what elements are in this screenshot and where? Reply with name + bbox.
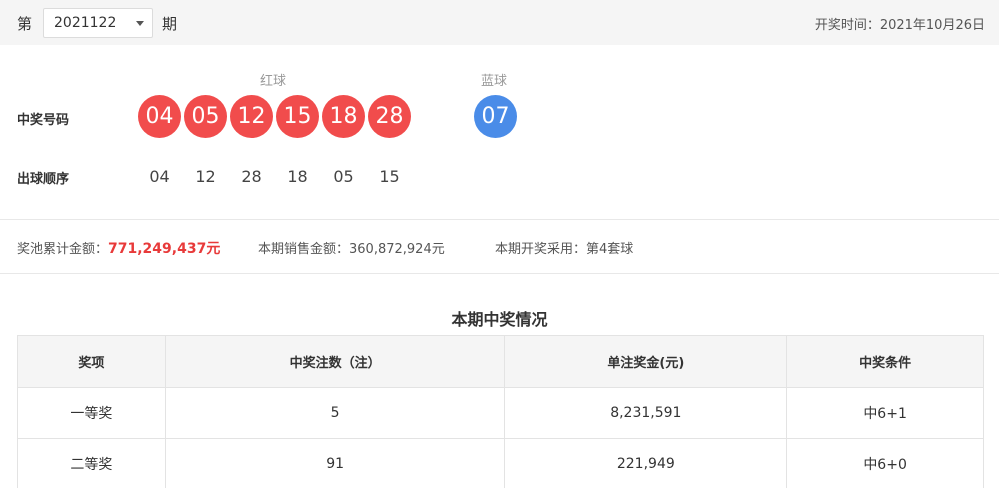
red-ball: 05	[184, 95, 227, 138]
red-ball-heading: 红球	[260, 74, 287, 89]
draw-order-number: 05	[333, 167, 354, 186]
chevron-down-icon	[136, 21, 144, 26]
prize-amount: 8,231,591	[504, 387, 788, 439]
prize-condition: 中6+1	[786, 387, 984, 439]
draw-order-label: 出球顺序	[17, 172, 70, 187]
draw-order-number: 15	[379, 167, 400, 186]
ball-set: 本期开奖采用：第4套球	[495, 238, 633, 257]
prize-name: 二等奖	[17, 438, 166, 488]
issue-prefix: 第	[17, 15, 33, 33]
issue-suffix: 期	[162, 15, 178, 33]
sales-amount-value: 360,872,924元	[349, 242, 445, 257]
divider	[0, 273, 999, 274]
winner-count: 91	[164, 438, 506, 488]
pool-amount: 奖池累计金额：771,249,437元	[17, 238, 220, 258]
prize-table: 奖项 中奖注数（注） 单注奖金(元) 中奖条件 一等奖 5 8,231,591 …	[17, 335, 984, 488]
table-header-row: 奖项 中奖注数（注） 单注奖金(元) 中奖条件	[17, 335, 984, 388]
divider	[0, 219, 999, 220]
issue-select[interactable]: 2021122	[43, 8, 153, 38]
column-header-amount: 单注奖金(元)	[504, 335, 788, 388]
draw-order-number: 12	[195, 167, 216, 186]
blue-ball-heading: 蓝球	[481, 74, 508, 89]
draw-time: 开奖时间：2021年10月26日	[814, 18, 985, 33]
red-ball: 12	[230, 95, 273, 138]
pool-amount-value: 771,249,437元	[108, 241, 221, 257]
winner-count: 5	[164, 387, 506, 439]
table-row: 二等奖 91 221,949 中6+0	[17, 438, 984, 488]
red-ball: 28	[368, 95, 411, 138]
table-row: 一等奖 5 8,231,591 中6+1	[17, 387, 984, 439]
column-header-condition: 中奖条件	[786, 335, 984, 388]
column-header-count: 中奖注数（注）	[164, 335, 506, 388]
issue-select-value: 2021122	[54, 15, 117, 31]
draw-order-number: 28	[241, 167, 262, 186]
pool-amount-label: 奖池累计金额：	[17, 242, 109, 257]
column-header-prize: 奖项	[17, 335, 166, 388]
draw-order-number: 18	[287, 167, 308, 186]
prize-table-title: 本期中奖情况	[451, 310, 548, 329]
sales-amount: 本期销售金额：360,872,924元	[258, 238, 445, 257]
prize-condition: 中6+0	[786, 438, 984, 488]
red-ball: 15	[276, 95, 319, 138]
prize-name: 一等奖	[17, 387, 166, 439]
winning-numbers-label: 中奖号码	[17, 113, 70, 128]
prize-amount: 221,949	[504, 438, 788, 488]
draw-order-number: 04	[149, 167, 170, 186]
blue-ball: 07	[474, 95, 517, 138]
ball-set-label: 本期开奖采用：	[495, 242, 587, 257]
red-ball: 18	[322, 95, 365, 138]
red-ball: 04	[138, 95, 181, 138]
issue-bar: 第 2021122 期 开奖时间：2021年10月26日	[0, 0, 999, 45]
sales-amount-label: 本期销售金额：	[258, 242, 350, 257]
ball-set-value: 第4套球	[586, 242, 634, 257]
